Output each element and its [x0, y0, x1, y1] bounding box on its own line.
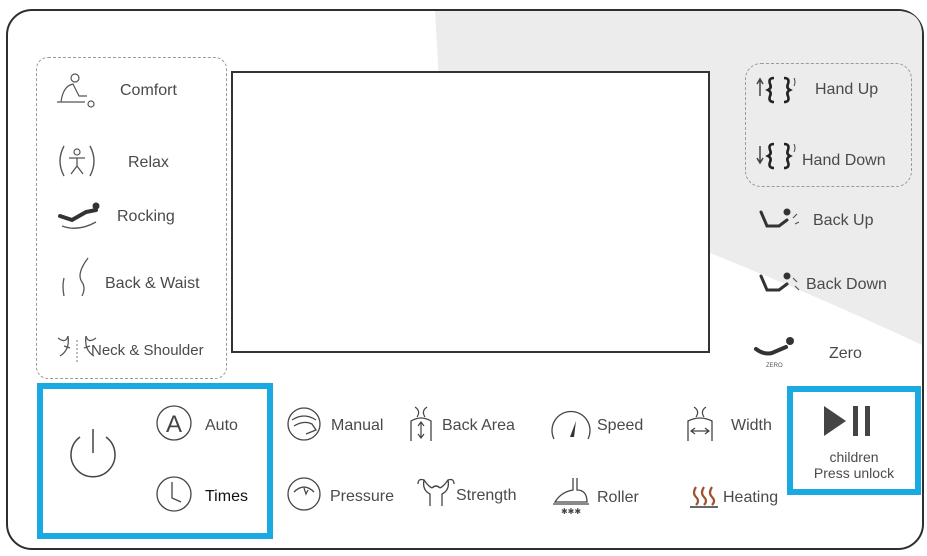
comfort-button[interactable] — [55, 72, 95, 113]
back-area-label: Back Area — [442, 417, 515, 434]
zero-icon: ZERO — [754, 337, 794, 369]
back-up-icon — [759, 208, 800, 228]
roller-icon: ✱✱✱ — [553, 478, 589, 516]
hand-down-icon — [756, 142, 796, 170]
manual-button[interactable] — [286, 406, 326, 449]
roller-label: Roller — [597, 489, 639, 506]
hand-up-label: Hand Up — [815, 81, 879, 98]
width-icon — [687, 406, 713, 441]
power-group-highlight — [37, 383, 273, 539]
play-pause-highlight — [787, 386, 921, 495]
back-waist-label: Back & Waist — [105, 275, 200, 292]
rocking-label: Rocking — [117, 208, 175, 225]
back-area-button[interactable] — [403, 405, 443, 450]
width-button[interactable] — [684, 405, 720, 450]
roller-button[interactable]: ✱✱✱ — [551, 476, 591, 521]
back-waist-button[interactable] — [58, 256, 92, 301]
back-down-icon — [759, 272, 800, 292]
back-down-label: Back Down — [806, 276, 887, 293]
back-down-button[interactable] — [757, 268, 803, 303]
rocking-button[interactable] — [56, 198, 102, 239]
strength-button[interactable] — [414, 476, 458, 515]
speed-label: Speed — [597, 417, 644, 434]
manual-icon — [287, 407, 321, 441]
speed-icon — [551, 410, 591, 440]
pressure-button[interactable] — [286, 476, 326, 519]
hand-up-button[interactable] — [756, 74, 802, 109]
back-up-button[interactable] — [757, 204, 803, 239]
hand-down-button[interactable] — [756, 140, 802, 175]
comfort-icon — [57, 73, 95, 108]
width-label: Width — [731, 417, 772, 434]
speed-button[interactable] — [550, 405, 592, 450]
back-up-label: Back Up — [813, 212, 874, 229]
hand-up-icon — [756, 76, 796, 104]
relax-button[interactable] — [56, 142, 98, 185]
relax-label: Relax — [128, 154, 169, 171]
pressure-icon — [287, 477, 321, 511]
pressure-label: Pressure — [330, 488, 395, 505]
heating-button[interactable] — [690, 485, 722, 514]
zero-icon-text: ZERO — [766, 363, 783, 369]
back-area-icon — [410, 406, 432, 441]
zero-button[interactable]: ZERO — [754, 333, 800, 376]
comfort-label: Comfort — [120, 82, 177, 99]
manual-label: Manual — [331, 417, 384, 434]
heating-icon — [690, 486, 718, 508]
back-waist-icon — [62, 257, 89, 297]
hand-down-label: Hand Down — [802, 152, 886, 169]
heating-label: Heating — [723, 489, 779, 506]
rocking-icon — [58, 202, 100, 229]
zero-label: Zero — [829, 345, 862, 362]
strength-icon — [417, 478, 455, 506]
neck-shoulder-label: Neck & Shoulder — [91, 342, 204, 359]
display-screen — [231, 71, 710, 353]
svg-text:✱✱✱: ✱✱✱ — [561, 507, 581, 516]
relax-icon — [59, 145, 95, 177]
strength-label: Strength — [456, 487, 517, 504]
